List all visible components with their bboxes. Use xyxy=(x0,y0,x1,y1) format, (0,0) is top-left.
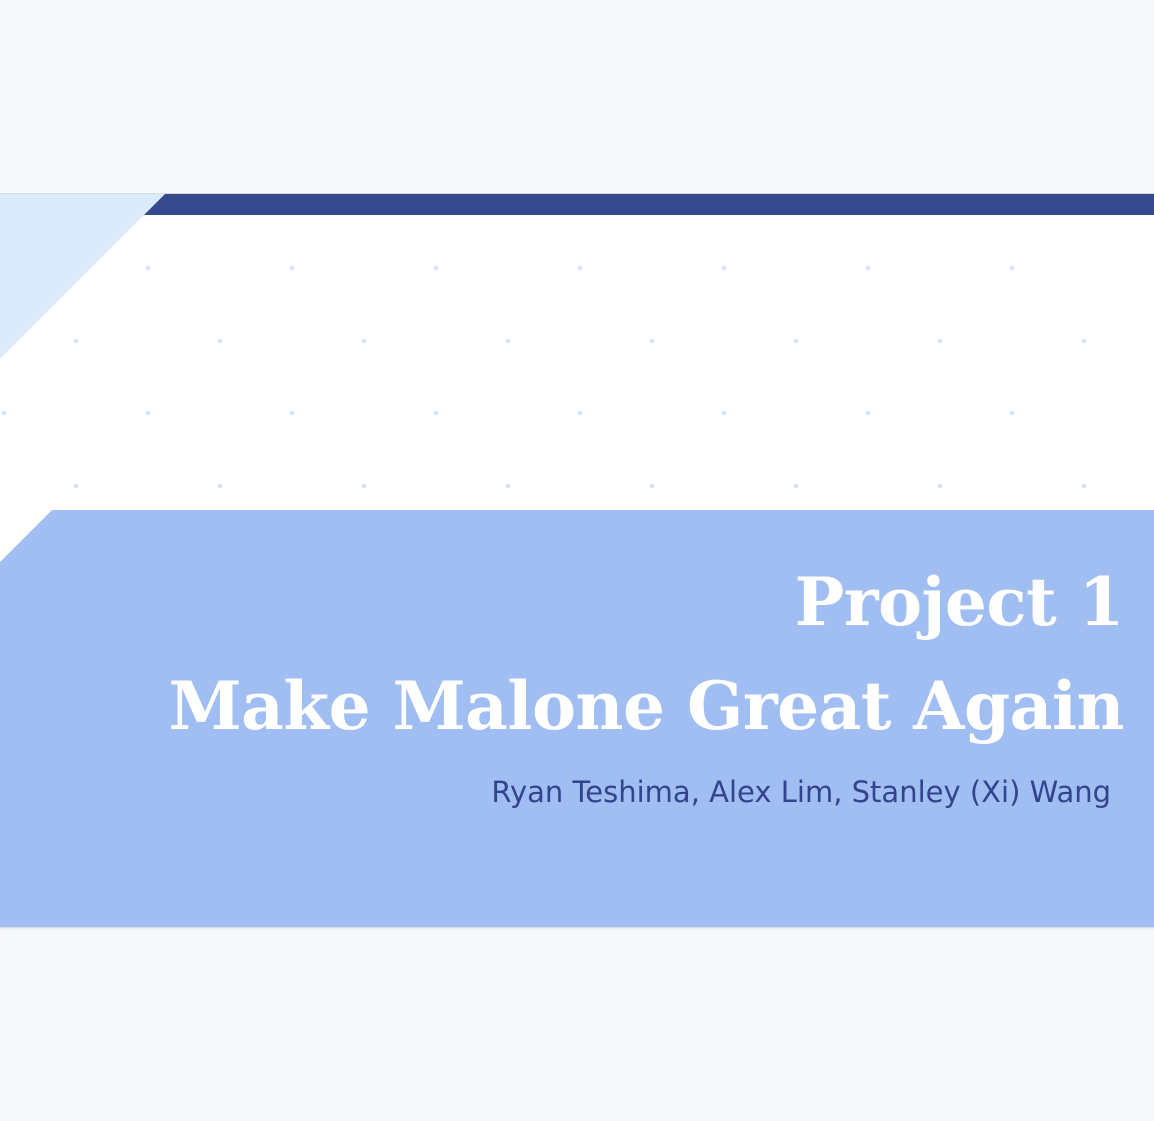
grid-dot xyxy=(1009,265,1015,271)
presentation-viewer: Project 1 Make Malone Great Again Ryan T… xyxy=(0,0,1154,1121)
grid-dot xyxy=(1,410,7,416)
grid-dot xyxy=(361,338,367,344)
title-slide[interactable]: Project 1 Make Malone Great Again Ryan T… xyxy=(0,194,1154,927)
grid-dot xyxy=(793,483,799,489)
grid-dot xyxy=(73,338,79,344)
grid-dot xyxy=(937,483,943,489)
slide-title-line-2: Make Malone Great Again xyxy=(168,667,1125,745)
slide-title-line-1: Project 1 xyxy=(794,563,1125,641)
grid-dot xyxy=(865,265,871,271)
grid-dot xyxy=(721,265,727,271)
grid-dot xyxy=(217,338,223,344)
grid-dot xyxy=(289,410,295,416)
grid-dot xyxy=(145,265,151,271)
grid-dot xyxy=(865,410,871,416)
grid-dot xyxy=(793,338,799,344)
grid-dot xyxy=(73,483,79,489)
grid-dot xyxy=(505,338,511,344)
grid-dot xyxy=(649,483,655,489)
grid-dot xyxy=(145,410,151,416)
grid-dot xyxy=(1081,338,1087,344)
grid-dot xyxy=(505,483,511,489)
grid-dot xyxy=(433,410,439,416)
grid-dot xyxy=(217,483,223,489)
dot-grid-decoration xyxy=(1,265,1087,489)
grid-dot xyxy=(289,265,295,271)
grid-dot xyxy=(1009,410,1015,416)
grid-dot xyxy=(721,410,727,416)
slide-title: Project 1 Make Malone Great Again xyxy=(168,550,1125,758)
grid-dot xyxy=(937,338,943,344)
slide-authors: Ryan Teshima, Alex Lim, Stanley (Xi) Wan… xyxy=(491,775,1111,809)
grid-dot xyxy=(433,265,439,271)
grid-dot xyxy=(649,338,655,344)
grid-dot xyxy=(361,483,367,489)
grid-dot xyxy=(577,265,583,271)
grid-dot xyxy=(577,410,583,416)
grid-dot xyxy=(1081,483,1087,489)
